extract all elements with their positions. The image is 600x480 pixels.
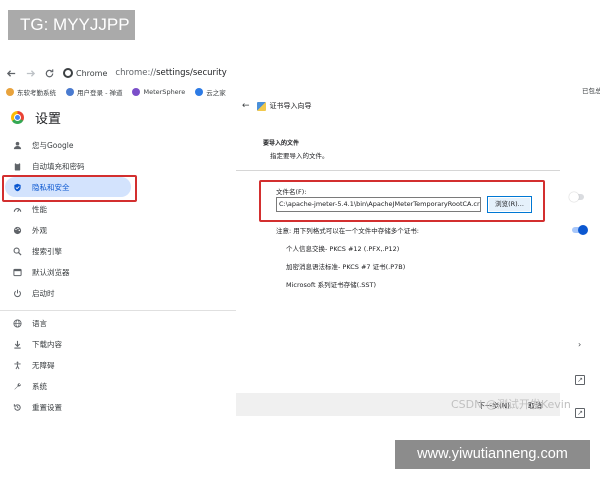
format-item: 加密消息语法标准- PKCS #7 证书(.P7B) (286, 263, 406, 271)
chrome-logo-icon (11, 110, 24, 124)
file-name-input[interactable]: C:\apache-jmeter-5.4.1\bin\ApacheJMeterT… (276, 197, 481, 212)
chevron-right-icon[interactable]: › (578, 340, 581, 349)
browse-button[interactable]: 浏览(R)... (487, 196, 532, 213)
bookmark-item[interactable]: MeterSphere (132, 88, 185, 96)
toggle-switch-on[interactable] (572, 225, 588, 235)
omnibox-chrome-chip[interactable]: Chrome (63, 68, 107, 78)
page-title: 设置 (35, 111, 62, 127)
url-scheme: chrome:// (115, 68, 157, 78)
wizard-separator (236, 170, 560, 171)
back-icon[interactable] (3, 65, 19, 81)
chrome-icon (63, 68, 73, 78)
format-item: 个人信息交换- PKCS #12 (.PFX,.P12) (286, 245, 400, 253)
sidebar-item-languages[interactable]: 语言 (0, 313, 236, 333)
sidebar-item-performance[interactable]: 性能 (0, 199, 236, 219)
bookmark-item[interactable]: 用户登录 - 禅道 (66, 87, 122, 97)
back-arrow-icon[interactable]: ← (242, 101, 250, 111)
bookmark-icon (6, 88, 14, 96)
wizard-section-subtitle: 指定要导入的文件。 (270, 152, 329, 160)
format-note: 注意: 用下列格式可以在一个文件中存储多个证书: (276, 227, 419, 235)
certificate-import-wizard: ← 证书导入向导 要导入的文件 指定要导入的文件。 文件名(F): C:\apa… (236, 96, 560, 416)
bookmark-icon (132, 88, 141, 96)
address-bar[interactable]: chrome://settings/security (115, 68, 226, 78)
reset-icon (12, 402, 22, 412)
wizard-section-title: 要导入的文件 (263, 140, 300, 147)
sidebar-item-search-engine[interactable]: 搜索引擎 (0, 241, 236, 261)
browser-toolbar: Chrome chrome://settings/security (0, 62, 600, 84)
omnibox-chrome-label: Chrome (76, 68, 108, 78)
sidebar-item-default-browser[interactable]: 默认浏览器 (0, 262, 236, 282)
file-name-label: 文件名(F): (276, 188, 307, 196)
bookmark-item[interactable]: 东软考勤系统 (6, 87, 56, 97)
wizard-header: ← 证书导入向导 (236, 96, 560, 116)
reload-icon[interactable] (41, 65, 57, 81)
sidebar-item-system[interactable]: 系统 (0, 376, 236, 396)
power-icon (12, 288, 22, 298)
certificate-icon (256, 101, 266, 111)
sidebar-item-autofill[interactable]: 自动填充和密码 (0, 156, 236, 176)
sidebar-item-accessibility[interactable]: 无障碍 (0, 355, 236, 375)
bookmark-icon (195, 88, 204, 96)
toggle-knob (578, 225, 588, 235)
sidebar-item-appearance[interactable]: 外观 (0, 220, 236, 240)
sidebar-item-reset-settings[interactable]: 重置设置 (0, 397, 236, 417)
toggle-knob (569, 192, 579, 202)
speedometer-icon (12, 204, 22, 214)
download-icon (12, 339, 22, 349)
clipboard-icon (12, 161, 22, 171)
globe-icon (12, 318, 22, 328)
person-icon (12, 140, 22, 150)
settings-header: 设置 (0, 101, 235, 133)
open-external-icon[interactable]: ↗ (575, 375, 585, 385)
browser-icon (12, 267, 22, 277)
site-watermark: www.yiwutianneng.com (395, 440, 590, 469)
sidebar-divider (0, 310, 236, 311)
csdn-watermark: CSDN @测试开发Kevin (451, 398, 571, 411)
accessibility-icon (12, 360, 22, 370)
sidebar-item-downloads[interactable]: 下载内容 (0, 334, 236, 354)
tg-badge: TG: MYYJJPP (8, 10, 135, 40)
open-external-icon[interactable]: ↗ (575, 408, 585, 418)
toggle-switch-off[interactable] (569, 192, 584, 202)
url-path: settings/security (156, 68, 227, 78)
bookmark-icon (66, 88, 74, 96)
sidebar-item-on-startup[interactable]: 启动时 (0, 283, 236, 303)
bookmark-item-overflow[interactable]: 已包总结 - zjyf (582, 85, 600, 95)
forward-icon[interactable] (22, 65, 38, 81)
search-icon (12, 246, 22, 256)
highlight-box-privacy (2, 175, 137, 202)
palette-icon (12, 225, 22, 235)
format-item: Microsoft 系列证书存储(.SST) (286, 281, 377, 289)
wizard-title: 证书导入向导 (269, 102, 312, 110)
wrench-icon (12, 381, 22, 391)
settings-content-edge: › ↗ ↗ (560, 100, 600, 425)
bookmark-item[interactable]: 云之家 (195, 87, 226, 97)
sidebar-item-you-and-google[interactable]: 您与Google (0, 135, 236, 155)
